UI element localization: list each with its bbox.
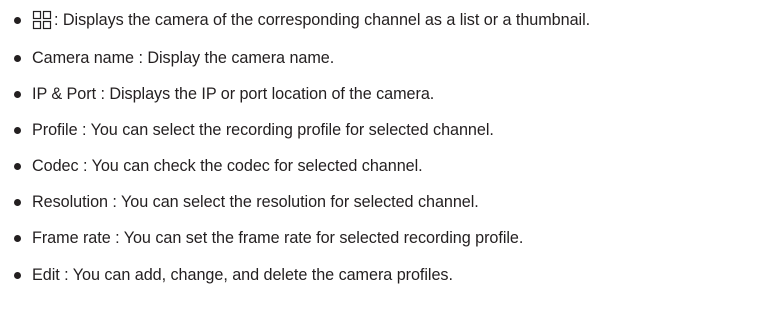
bullet-icon xyxy=(14,126,21,134)
list-item-label: : Displays the camera of the correspondi… xyxy=(54,10,591,29)
list-item-edit: Edit : You can add, change, and delete t… xyxy=(0,261,453,289)
bullet-icon xyxy=(14,271,21,279)
bullet-icon xyxy=(14,234,21,242)
list-item-codec: Codec : You can check the codec for sele… xyxy=(0,152,423,180)
list-item-label: Frame rate : You can set the frame rate … xyxy=(32,228,524,247)
list-item-label: Edit : You can add, change, and delete t… xyxy=(32,265,453,284)
list-item-frame-rate: Frame rate : You can set the frame rate … xyxy=(0,224,523,252)
list-item-view-toggle: : Displays the camera of the correspondi… xyxy=(0,6,590,34)
list-item-profile: Profile : You can select the recording p… xyxy=(0,116,494,144)
bullet-icon xyxy=(14,198,21,206)
list-item-ip-port: IP & Port : Displays the IP or port loca… xyxy=(0,80,434,108)
bullet-icon xyxy=(14,162,21,170)
list-item-label: Camera name : Display the camera name. xyxy=(32,48,335,67)
bullet-icon xyxy=(14,16,21,24)
list-item-resolution: Resolution : You can select the resoluti… xyxy=(0,188,479,216)
grid-view-icon xyxy=(32,10,52,30)
list-item-camera-name: Camera name : Display the camera name. xyxy=(0,44,334,72)
list-item-label: Resolution : You can select the resoluti… xyxy=(32,192,479,211)
bullet-icon xyxy=(14,90,21,98)
bullet-icon xyxy=(14,54,21,62)
list-item-label: Profile : You can select the recording p… xyxy=(32,120,494,139)
list-item-label: Codec : You can check the codec for sele… xyxy=(32,156,423,175)
list-item-label: IP & Port : Displays the IP or port loca… xyxy=(32,84,435,103)
